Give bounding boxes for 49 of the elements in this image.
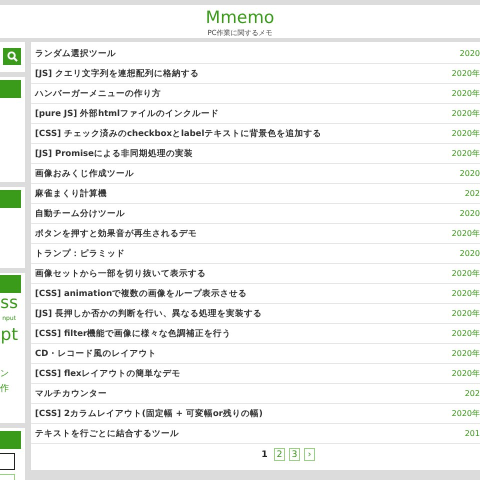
post-title-link[interactable]: [CSS] 2カラムレイアウト(固定幅 + 可変幅or残りの幅)	[35, 408, 263, 420]
post-title-link[interactable]: ハンバーガーメニューの作り方	[35, 88, 161, 100]
post-title-link[interactable]: マルチカウンター	[35, 388, 107, 400]
page-link[interactable]: 1	[259, 448, 270, 461]
post-title-link[interactable]: [CSS] filter機能で画像に様々な色調補正を行う	[35, 328, 232, 340]
post-title-link[interactable]: 麻雀まくり計算機	[35, 188, 107, 200]
post-title-link[interactable]: [JS] クエリ文字列を連想配列に格納する	[35, 68, 200, 80]
post-date: 202	[464, 189, 480, 198]
post-date: 2020年	[452, 368, 480, 379]
post-date: 2020	[460, 49, 480, 58]
post-title-link[interactable]: [CSS] チェック済みのcheckboxとlabelテキストに背景色を追加する	[35, 128, 322, 140]
post-date: 2020年	[452, 68, 480, 79]
post-title-link[interactable]: [pure JS] 外部htmlファイルのインクルード	[35, 108, 219, 120]
post-date: 201	[464, 429, 480, 438]
post-date: 2020年	[452, 328, 480, 339]
post-title-link[interactable]: トランプ：ピラミッド	[35, 248, 125, 260]
post-date: 2020年	[452, 128, 480, 139]
post-title-link[interactable]: 自動チーム分けツール	[35, 208, 125, 220]
post-title-link[interactable]: 画像セットから一部を切り抜いて表示する	[35, 268, 206, 280]
page-link[interactable]: ›	[304, 448, 315, 461]
post-date: 2020年	[452, 268, 480, 279]
post-date: 2020	[460, 249, 480, 258]
post-title-link[interactable]: 画像おみくじ作成ツール	[35, 168, 134, 180]
post-title-link[interactable]: ランダム選択ツール	[35, 48, 116, 60]
page-link[interactable]: 3	[289, 448, 300, 461]
post-title-link[interactable]: ボタンを押すと効果音が再生されるデモ	[35, 228, 197, 240]
post-date: 2020年	[452, 88, 480, 99]
tag-link[interactable]: pt	[0, 325, 18, 345]
post-title-link[interactable]: CD・レコード風のレイアウト	[35, 348, 156, 360]
post-date: 2020年	[452, 308, 480, 319]
post-title-link[interactable]: [JS] 長押しか否かの判断を行い、異なる処理を実装する	[35, 308, 262, 320]
post-date: 2020年	[452, 288, 480, 299]
post-date: 2020	[460, 209, 480, 218]
tag-link[interactable]: ン	[0, 367, 9, 382]
tag-link[interactable]: 作	[0, 382, 9, 397]
post-date: 202	[464, 389, 480, 398]
tag-link[interactable]: ss	[0, 293, 18, 313]
page-link[interactable]: 2	[274, 448, 285, 461]
post-title-link[interactable]: [CSS] flexレイアウトの簡単なデモ	[35, 368, 181, 380]
post-date: 2020年	[452, 408, 480, 419]
post-date: 2020年	[452, 148, 480, 159]
post-title-link[interactable]: [JS] Promiseによる非同期処理の実装	[35, 148, 193, 160]
post-date: 2020	[460, 169, 480, 178]
post-title-link[interactable]: [CSS] animationで複数の画像をループ表示させる	[35, 288, 248, 300]
site-title[interactable]: Mmemo	[206, 7, 274, 29]
post-title-link[interactable]: テキストを行ごとに結合するツール	[35, 428, 179, 440]
post-date: 2020年	[452, 108, 480, 119]
post-date: 2020年	[452, 228, 480, 239]
post-date: 2020年	[452, 348, 480, 359]
